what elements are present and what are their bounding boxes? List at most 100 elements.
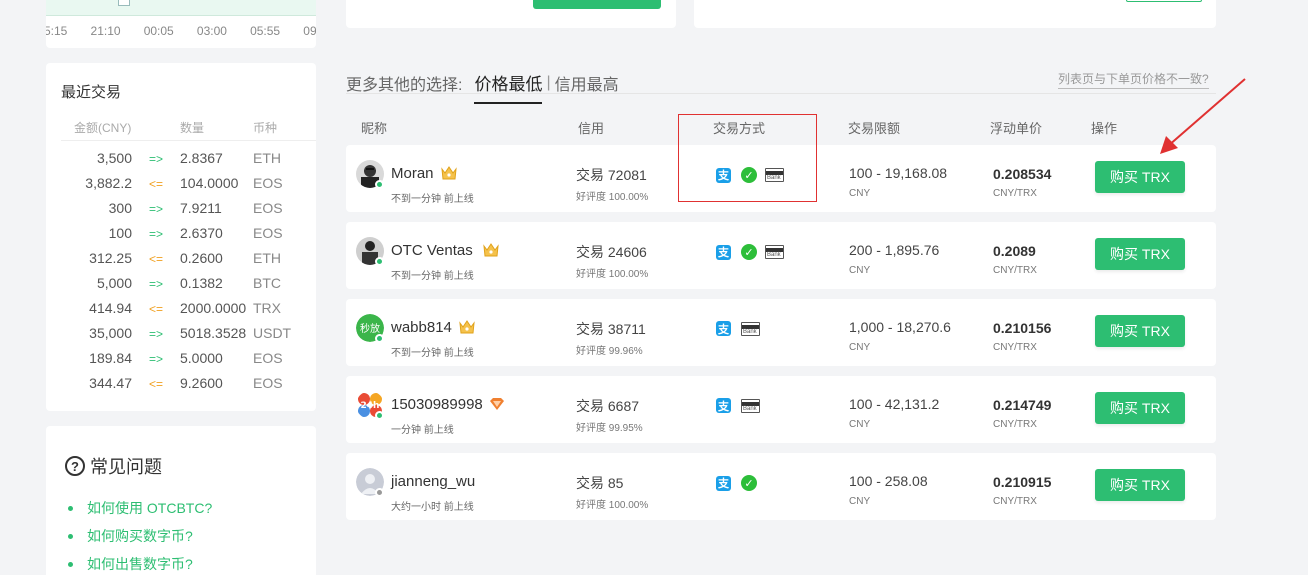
alipay-icon: 支 xyxy=(716,244,731,260)
buy-trx-button[interactable]: 购买 TRX xyxy=(1095,469,1185,501)
tab-highest-credit[interactable]: 信用最高 xyxy=(555,71,619,95)
trade-currency: TRX xyxy=(253,300,281,316)
unit-price: 0.2089 xyxy=(993,243,1036,259)
recent-trade-row: 312.25 <= 0.2600 ETH xyxy=(46,248,316,273)
price-unit: CNY/TRX xyxy=(993,265,1037,276)
top-card-button[interactable] xyxy=(533,0,661,9)
trade-direction: => xyxy=(149,227,164,241)
top-card-outline-button[interactable] xyxy=(1126,0,1202,2)
crown-badge-icon xyxy=(458,318,476,336)
recent-trade-row: 5,000 => 0.1382 BTC xyxy=(46,273,316,298)
merchant-name[interactable]: OTC Ventas xyxy=(391,242,473,259)
unit-price: 0.210915 xyxy=(993,474,1052,490)
trade-count: 交易 24606 xyxy=(576,244,647,260)
buy-trx-button[interactable]: 购买 TRX xyxy=(1095,238,1185,270)
filter-divider xyxy=(346,93,1216,94)
alipay-icon: 支 xyxy=(716,398,731,413)
trade-limit: 100 - 19,168.08 xyxy=(849,165,948,181)
trade-count: 交易 38711 xyxy=(576,321,646,337)
trade-quantity: 2.8367 xyxy=(180,150,223,166)
tab-lowest-price[interactable]: 价格最低 xyxy=(474,70,543,104)
recent-trade-row: 300 => 7.9211 EOS xyxy=(46,198,316,223)
rating: 好评度 99.96% xyxy=(576,346,643,357)
trade-direction: => xyxy=(149,152,164,166)
trade-currency: EOS xyxy=(253,200,283,216)
trade-quantity: 2.6370 xyxy=(180,225,223,241)
payment-methods: 支 ✓ xyxy=(716,475,765,491)
time-tick: 03:00 xyxy=(196,24,227,38)
recent-trade-row: 189.84 => 5.0000 EOS xyxy=(46,348,316,373)
recent-trades-panel: 最近交易 金额(CNY) 数量 币种 3,500 => 2.8367 ETH 3,882… xyxy=(46,63,316,411)
trade-amount: 344.47 xyxy=(89,375,132,391)
trade-limit: 100 - 42,131.2 xyxy=(849,396,940,412)
trade-amount: 35,000 xyxy=(89,325,132,341)
recent-trade-row: 100 => 2.6370 EOS xyxy=(46,223,316,248)
trade-direction: <= xyxy=(149,377,164,391)
time-tick: 5:15 xyxy=(46,24,68,38)
offer-row: jianneng_wu 大约一小时 前上线 交易 85 好评度 100.00% 支 ✓ 10… xyxy=(346,453,1216,520)
payment-methods: 支 xyxy=(716,398,760,413)
svg-text:24h: 24h xyxy=(361,401,380,411)
online-status-dot xyxy=(375,488,384,497)
buy-trx-button[interactable]: 购买 TRX xyxy=(1095,392,1185,424)
trade-amount: 312.25 xyxy=(89,250,132,266)
trade-amount: 3,500 xyxy=(96,150,132,166)
filter-label: 更多其他的选择: xyxy=(346,77,463,94)
svg-text:秒放: 秒放 xyxy=(360,322,380,335)
question-icon: ? xyxy=(65,456,85,476)
rating: 好评度 100.00% xyxy=(576,500,649,511)
recent-trade-row: 35,000 => 5018.3528 USDT xyxy=(46,323,316,348)
trade-direction: <= xyxy=(149,302,164,316)
price-unit: CNY/TRX xyxy=(993,188,1037,199)
trade-currency: BTC xyxy=(253,275,281,291)
faq-title-text: 常见问题 xyxy=(90,457,162,477)
red-arrow-icon xyxy=(1160,78,1246,154)
faq-panel: ? 常见问题 如何使用 OTCBTC? 如何购买数字币? 如何出售数字币? xyxy=(46,426,316,575)
rating: 好评度 100.00% xyxy=(576,192,649,203)
unit-price: 0.208534 xyxy=(993,166,1052,182)
faq-link[interactable]: 如何购买数字币? xyxy=(68,522,212,550)
header-limit: 交易限额 xyxy=(848,121,901,136)
divider xyxy=(61,140,316,141)
time-tick: 05:55 xyxy=(250,24,281,38)
trade-direction: => xyxy=(149,277,164,291)
trade-currency: EOS xyxy=(253,375,283,391)
trade-currency: ETH xyxy=(253,150,281,166)
recent-trades-header: 金额(CNY) 数量 币种 xyxy=(46,119,316,139)
trade-quantity: 7.9211 xyxy=(180,200,222,216)
col-currency: 币种 xyxy=(253,121,278,135)
faq-link[interactable]: 如何使用 OTCBTC? xyxy=(68,494,212,522)
trade-count: 交易 85 xyxy=(576,475,624,491)
wechat-pay-icon: ✓ xyxy=(741,475,757,491)
trade-quantity: 9.2600 xyxy=(180,375,223,391)
trade-limit: 200 - 1,895.76 xyxy=(849,242,940,258)
price-unit: CNY/TRX xyxy=(993,419,1037,430)
sort-filter: 更多其他的选择: 价格最低 | 信用最高 xyxy=(346,62,619,104)
trade-amount: 189.84 xyxy=(89,350,132,366)
faq-link[interactable]: 如何出售数字币? xyxy=(68,550,212,575)
header-action: 操作 xyxy=(1091,121,1118,136)
trade-count: 交易 72081 xyxy=(576,167,647,183)
header-credit: 信用 xyxy=(578,121,605,136)
tab-separator: | xyxy=(546,74,551,91)
trade-quantity: 0.2600 xyxy=(180,250,223,266)
merchant-name[interactable]: jianneng_wu xyxy=(391,473,475,490)
merchant-name[interactable]: 15030989998 xyxy=(391,396,483,413)
top-card-right xyxy=(694,0,1216,28)
bank-card-icon xyxy=(741,398,760,413)
time-tick: 00:05 xyxy=(143,24,174,38)
trade-direction: <= xyxy=(149,252,164,266)
trade-limit: 100 - 258.08 xyxy=(849,473,928,489)
diamond-badge-icon xyxy=(488,395,506,413)
online-status-dot xyxy=(375,257,384,266)
buy-trx-button[interactable]: 购买 TRX xyxy=(1095,315,1185,347)
merchant-name[interactable]: wabb814 xyxy=(391,319,452,336)
header-price: 浮动单价 xyxy=(990,121,1043,136)
merchant-name[interactable]: Moran xyxy=(391,165,434,182)
trade-amount: 414.94 xyxy=(89,300,132,316)
recent-trades-list: 3,500 => 2.8367 ETH 3,882.2 <= 104.0000 EOS 300 =… xyxy=(46,148,316,398)
trade-currency: USDT xyxy=(253,325,292,341)
trade-amount: 3,882.2 xyxy=(85,175,132,191)
trade-amount: 5,000 xyxy=(96,275,132,291)
trade-quantity: 5.0000 xyxy=(180,350,223,366)
